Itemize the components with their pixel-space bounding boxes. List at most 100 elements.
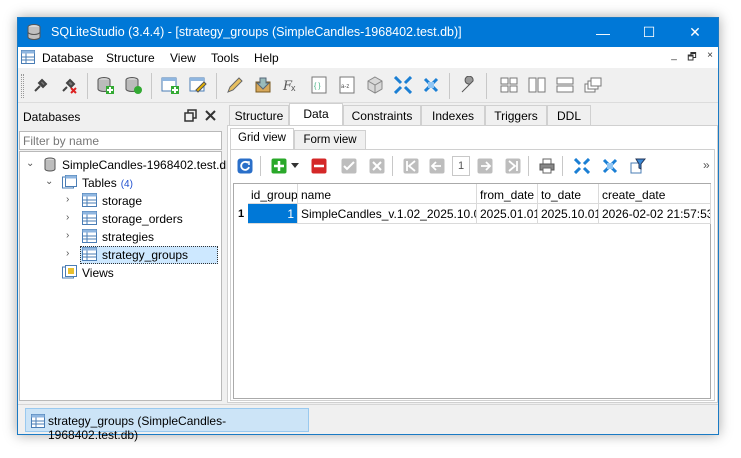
column-header-id-group[interactable]: id_group xyxy=(248,184,298,204)
toolbar-separator xyxy=(449,73,450,99)
toolbar-separator xyxy=(87,73,88,99)
tables-count: (4) xyxy=(120,179,133,190)
tab-structure[interactable]: Structure xyxy=(229,105,289,125)
first-page-icon[interactable] xyxy=(403,158,419,174)
mdi-restore-button[interactable]: 🗗 xyxy=(685,50,699,67)
menu-structure[interactable]: Structure xyxy=(106,51,155,65)
subtab-form-view[interactable]: Form view xyxy=(294,130,366,149)
rollback-icon[interactable] xyxy=(369,158,385,174)
tab-triggers[interactable]: Triggers xyxy=(485,105,547,125)
commit-icon[interactable] xyxy=(341,158,357,174)
column-header-name[interactable]: name xyxy=(298,184,477,204)
subtab-grid-view[interactable]: Grid view xyxy=(230,128,294,149)
chevron-down-icon[interactable]: ⌄ xyxy=(26,158,34,169)
table-name: storage_orders xyxy=(102,212,183,226)
add-row-icon[interactable] xyxy=(271,158,287,174)
toolbar-separator xyxy=(486,73,487,99)
tree-item-table[interactable]: › strategies xyxy=(20,228,220,246)
tab-constraints[interactable]: Constraints xyxy=(343,105,421,125)
extension-icon[interactable] xyxy=(366,76,384,94)
page-number-field[interactable]: 1 xyxy=(452,156,470,176)
app-window: SQLiteStudio (3.4.4) - [strategy_groups … xyxy=(17,17,719,442)
delete-row-icon[interactable] xyxy=(311,158,327,174)
maximize-button[interactable]: ☐ xyxy=(626,18,672,47)
chevron-down-icon[interactable]: ⌄ xyxy=(45,176,53,187)
database-icon xyxy=(44,157,56,172)
grid-cell[interactable]: 2025.01.01 xyxy=(477,204,538,224)
menu-tools[interactable]: Tools xyxy=(211,51,239,65)
maximize-icon: ☐ xyxy=(642,24,656,40)
tab-data[interactable]: Data xyxy=(289,103,343,125)
chevron-right-icon[interactable]: › xyxy=(66,230,69,241)
minimize-button[interactable]: — xyxy=(580,18,626,47)
tile-vertical-icon[interactable] xyxy=(528,76,546,94)
grid-cell[interactable]: SimpleCandles_v.1.02_2025.10.01 xyxy=(298,204,477,224)
previous-page-icon[interactable] xyxy=(429,158,445,174)
dropdown-arrow-icon[interactable] xyxy=(291,163,299,169)
import-icon[interactable] xyxy=(254,76,272,94)
refresh-database-icon[interactable] xyxy=(124,76,142,94)
grid-view-page: 1 » id_group name from_date to_date crea… xyxy=(230,149,715,401)
grid-cell[interactable]: 2026-02-02 21:57:53 xyxy=(599,204,711,224)
taskbar-window-item[interactable]: strategy_groups (SimpleCandles-1968402.t… xyxy=(25,408,309,442)
mdi-close-button[interactable]: × xyxy=(703,50,717,61)
toolbar-overflow-button[interactable]: » xyxy=(703,158,710,172)
connect-icon[interactable] xyxy=(32,76,50,94)
last-page-icon[interactable] xyxy=(505,158,521,174)
column-header-from-date[interactable]: from_date xyxy=(477,184,538,204)
next-page-icon[interactable] xyxy=(477,158,493,174)
disconnect-icon[interactable] xyxy=(60,76,78,94)
grid-cell-selected[interactable]: 1 xyxy=(248,204,298,224)
tab-indexes[interactable]: Indexes xyxy=(421,105,485,125)
filter-sort-icon[interactable] xyxy=(630,158,646,174)
menu-view[interactable]: View xyxy=(170,51,196,65)
tree-item-table[interactable]: › storage xyxy=(20,192,220,210)
title-bar[interactable]: SQLiteStudio (3.4.4) - [strategy_groups … xyxy=(18,18,718,47)
data-grid[interactable]: id_group name from_date to_date create_d… xyxy=(233,183,711,399)
refresh-icon[interactable] xyxy=(237,158,253,174)
collation-icon[interactable]: a-z xyxy=(338,76,356,94)
sql-editor-icon[interactable]: { } xyxy=(310,76,328,94)
collapse-icon[interactable] xyxy=(602,158,618,174)
tree-node-tables[interactable]: ⌄ Tables (4) xyxy=(20,174,220,192)
databases-panel: Databases Filter by name ⌄ SimpleCandles… xyxy=(18,103,233,403)
data-tab-page: Grid view Form view 1 » id_group name fr… xyxy=(227,125,718,403)
mdi-minimize-button[interactable]: _ xyxy=(667,50,681,61)
expand-icon[interactable] xyxy=(394,76,412,94)
chevron-right-icon[interactable]: › xyxy=(66,248,69,259)
edit-icon[interactable] xyxy=(226,76,244,94)
database-tree[interactable]: ⌄ SimpleCandles-1968402.test.db ⌄ Tables… xyxy=(19,151,233,401)
column-header-to-date[interactable]: to_date xyxy=(538,184,599,204)
filter-input[interactable]: Filter by name xyxy=(19,131,222,150)
float-panel-icon[interactable] xyxy=(184,109,197,122)
tab-ddl[interactable]: DDL xyxy=(547,105,591,125)
row-number[interactable]: 1 xyxy=(234,204,248,224)
settings-wrench-icon[interactable] xyxy=(459,76,477,94)
cascade-windows-icon[interactable] xyxy=(584,76,602,94)
tile-horizontal-icon[interactable] xyxy=(556,76,574,94)
grid-cell[interactable]: 2025.10.01 xyxy=(538,204,599,224)
tile-windows-icon[interactable] xyxy=(500,76,518,94)
expand-icon[interactable] xyxy=(574,158,590,174)
chevron-right-icon[interactable]: › xyxy=(66,194,69,205)
toolbar-grip[interactable] xyxy=(21,74,24,98)
tree-item-table[interactable]: › storage_orders xyxy=(20,210,220,228)
tree-node-database[interactable]: ⌄ SimpleCandles-1968402.test.db xyxy=(20,156,233,174)
close-panel-icon[interactable] xyxy=(204,109,217,122)
svg-text:{ }: { } xyxy=(314,83,321,90)
chevron-right-icon[interactable]: › xyxy=(66,212,69,223)
collapse-icon[interactable] xyxy=(422,76,440,94)
tree-node-views[interactable]: Views xyxy=(20,264,220,282)
add-table-icon[interactable] xyxy=(161,76,179,94)
tree-item-table-selected[interactable]: › strategy_groups xyxy=(20,246,220,264)
edit-table-icon[interactable] xyxy=(189,76,207,94)
print-icon[interactable] xyxy=(539,158,555,174)
window-title: SQLiteStudio (3.4.4) - [strategy_groups … xyxy=(51,25,462,39)
close-button[interactable]: ✕ xyxy=(672,18,718,47)
add-database-icon[interactable] xyxy=(96,76,114,94)
column-header-create-date[interactable]: create_date xyxy=(599,184,711,204)
table-name: strategy_groups xyxy=(102,248,189,262)
function-icon[interactable]: Fx xyxy=(282,76,300,94)
menu-help[interactable]: Help xyxy=(254,51,279,65)
menu-database[interactable]: Database xyxy=(42,51,93,65)
